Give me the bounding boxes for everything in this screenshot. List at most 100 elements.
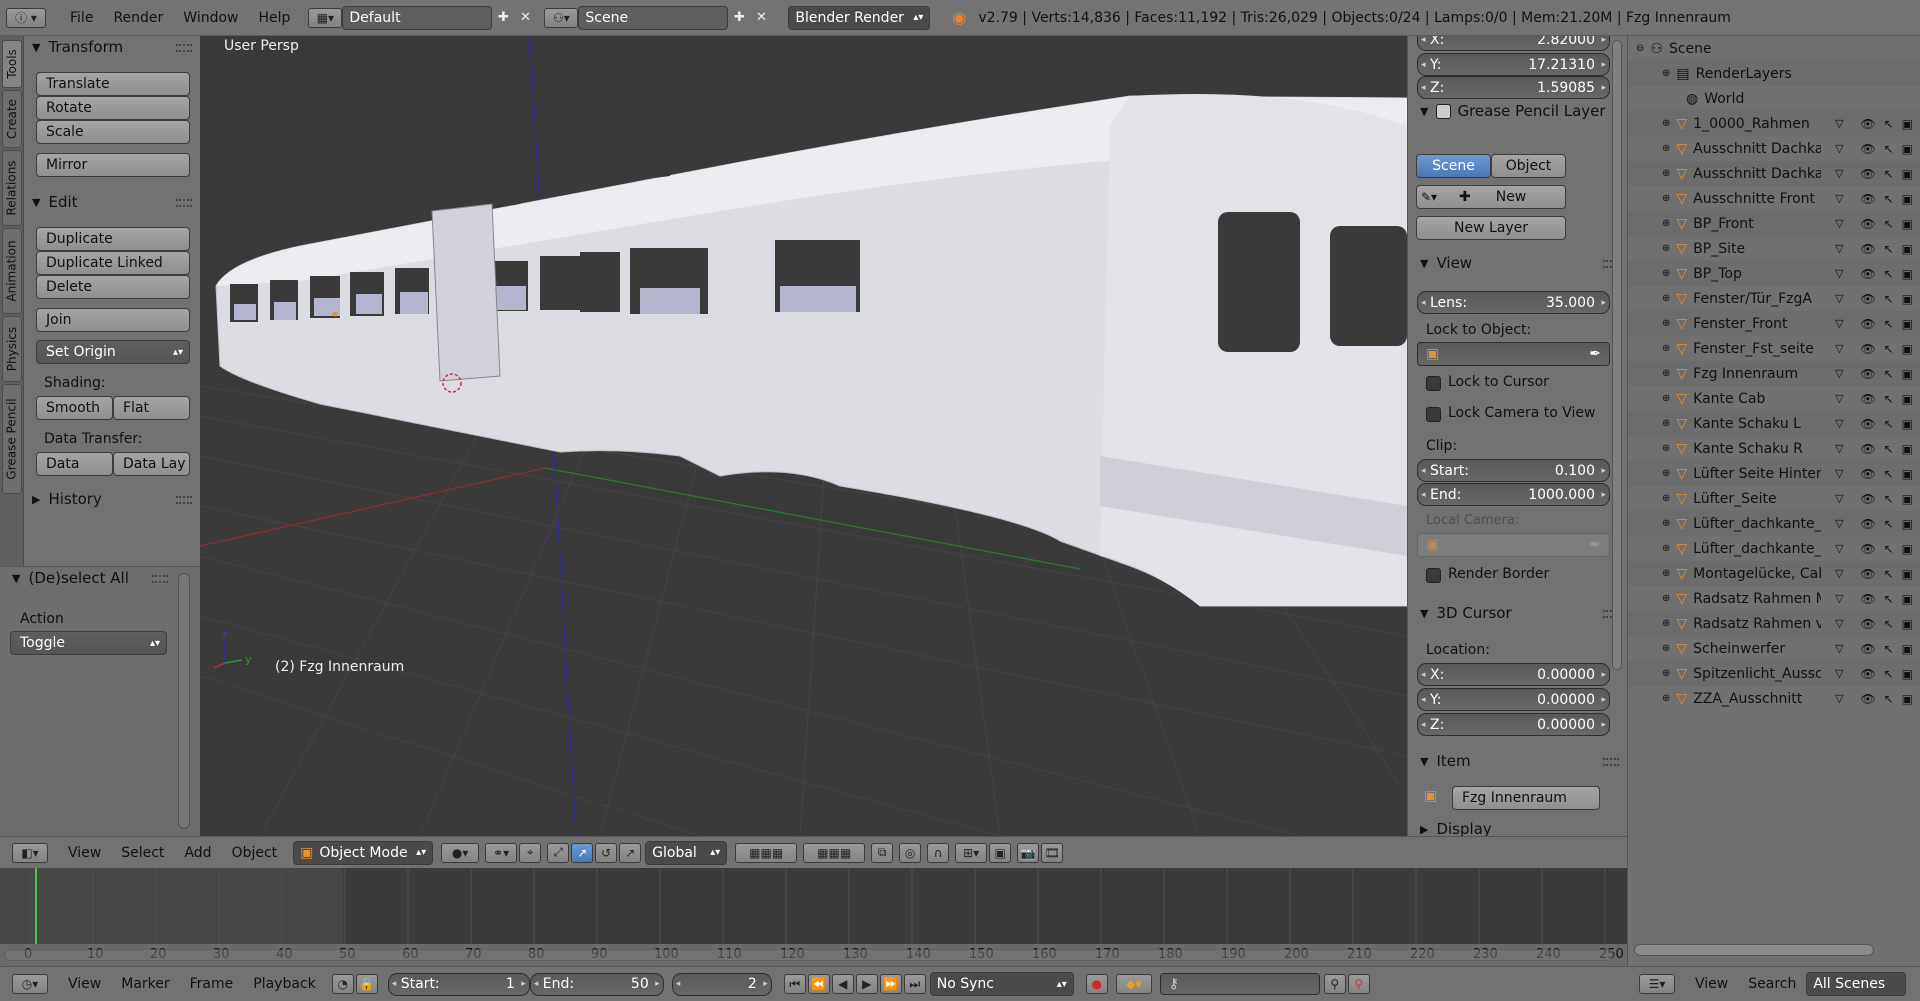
selectability-cursor-icon[interactable]: ↖ bbox=[1884, 367, 1894, 381]
tab-grease-pencil[interactable]: Grease Pencil bbox=[2, 384, 22, 494]
clip-start-field[interactable]: Start:0.100 bbox=[1417, 459, 1610, 482]
properties-scrollbar[interactable] bbox=[1612, 40, 1622, 670]
lens-field[interactable]: Lens:35.000 bbox=[1417, 291, 1610, 314]
smooth-button[interactable]: Smooth bbox=[36, 396, 113, 420]
cursor-y-field[interactable]: Y:0.00000 bbox=[1417, 688, 1610, 711]
renderability-camera-icon[interactable]: ▣ bbox=[1902, 567, 1913, 581]
location-z-field[interactable]: Z:1.59085 bbox=[1417, 76, 1610, 99]
outliner-object-row[interactable]: ⊕ ▽ Kante Schaku R ▽ 👁 ↖ ▣ bbox=[1628, 436, 1920, 461]
menu-view[interactable]: View bbox=[58, 976, 111, 992]
remove-scene-icon[interactable]: ✕ bbox=[750, 7, 772, 29]
lock-camera-checkbox[interactable] bbox=[1426, 407, 1441, 422]
outliner-object-row[interactable]: ⊕ ▽ BP_Top ▽ 👁 ↖ ▣ bbox=[1628, 261, 1920, 286]
expand-icon[interactable]: ⊕ bbox=[1662, 568, 1670, 579]
lock-to-cursor-checkbox[interactable] bbox=[1426, 376, 1441, 391]
outliner-hscrollbar[interactable] bbox=[1634, 944, 1874, 956]
expand-icon[interactable]: ⊕ bbox=[1662, 193, 1670, 204]
renderability-camera-icon[interactable]: ▣ bbox=[1902, 467, 1913, 481]
expand-icon[interactable]: ⊕ bbox=[1662, 443, 1670, 454]
snap-element-icon[interactable]: ⊞▾ bbox=[955, 842, 988, 863]
expand-icon[interactable]: ⊕ bbox=[1662, 668, 1670, 679]
item-name-field[interactable]: Fzg Innenraum bbox=[1452, 786, 1600, 810]
mode-select[interactable]: ▣ Object Mode ▴▾ bbox=[293, 840, 434, 865]
render-image-icon[interactable]: 📷 bbox=[1017, 842, 1040, 863]
opengl-render-icon[interactable]: ▣ bbox=[989, 842, 1012, 863]
outliner-object-row[interactable]: ⊕ ▽ Ausschnitt Dachkante ▽ 👁 ↖ ▣ bbox=[1628, 161, 1920, 186]
visibility-eye-icon[interactable]: 👁 bbox=[1860, 617, 1875, 631]
menu-window[interactable]: Window bbox=[173, 10, 248, 26]
expand-icon[interactable]: ⊕ bbox=[1662, 118, 1670, 129]
timeline[interactable]: 0102030405060708090100110120130140150160… bbox=[0, 868, 1627, 966]
scale-manipulator-icon[interactable]: ↺ bbox=[595, 842, 618, 863]
expand-icon[interactable]: ⊕ bbox=[1662, 693, 1670, 704]
selectability-cursor-icon[interactable]: ↖ bbox=[1884, 192, 1894, 206]
menu-object[interactable]: Object bbox=[222, 845, 288, 861]
renderability-camera-icon[interactable]: ▣ bbox=[1902, 142, 1913, 156]
tab-create[interactable]: Create bbox=[2, 90, 22, 148]
lock-object-field[interactable]: ▣ ✒ bbox=[1417, 342, 1610, 366]
outliner-object-row[interactable]: ⊕ ▽ Lüfter_dachkante_B ▽ 👁 ↖ ▣ bbox=[1628, 536, 1920, 561]
translate-manipulator-icon[interactable]: ⤢ bbox=[547, 842, 570, 863]
translate-button[interactable]: Translate bbox=[36, 72, 190, 96]
renderability-camera-icon[interactable]: ▣ bbox=[1902, 492, 1913, 506]
renderability-camera-icon[interactable]: ▣ bbox=[1902, 292, 1913, 306]
start-frame-field[interactable]: Start:1 bbox=[387, 972, 530, 996]
menu-help[interactable]: Help bbox=[248, 10, 300, 26]
outliner-object-row[interactable]: ⊕ ▽ BP_Front ▽ 👁 ↖ ▣ bbox=[1628, 211, 1920, 236]
scale-button[interactable]: Scale bbox=[36, 120, 190, 144]
3d-viewport[interactable]: z y User Persp (2) Fzg Innenraum bbox=[200, 36, 1407, 836]
outliner-object-row[interactable]: ⊕ ▽ ZZA_Ausschnitt ▽ 👁 ↖ ▣ bbox=[1628, 686, 1920, 711]
visibility-eye-icon[interactable]: 👁 bbox=[1860, 117, 1875, 131]
selectability-cursor-icon[interactable]: ↖ bbox=[1884, 167, 1894, 181]
visibility-eye-icon[interactable]: 👁 bbox=[1860, 392, 1875, 406]
cursor-x-field[interactable]: X:0.00000 bbox=[1417, 663, 1610, 686]
set-origin-select[interactable]: Set Origin ▴▾ bbox=[36, 340, 190, 364]
selectability-cursor-icon[interactable]: ↖ bbox=[1884, 617, 1894, 631]
lock-time-icon[interactable]: 🔒 bbox=[355, 974, 378, 994]
operator-scrollbar[interactable] bbox=[178, 573, 190, 829]
menu-view[interactable]: View bbox=[1685, 976, 1738, 992]
timeline-scrollbar[interactable] bbox=[4, 949, 1614, 961]
tab-relations[interactable]: Relations bbox=[2, 150, 22, 226]
keying-set-icon[interactable]: ◆▾ bbox=[1115, 974, 1152, 994]
outliner-object-row[interactable]: ⊕ ▽ Fzg Innenraum ▽ 👁 ↖ ▣ bbox=[1628, 361, 1920, 386]
duplicate-linked-button[interactable]: Duplicate Linked bbox=[36, 251, 190, 275]
grease-pencil-panel-header[interactable]: ▼ Grease Pencil Layer bbox=[1420, 102, 1606, 120]
record-icon[interactable]: ● bbox=[1085, 974, 1108, 994]
selectability-cursor-icon[interactable]: ↖ bbox=[1884, 117, 1894, 131]
outliner-object-row[interactable]: ⊕ ▽ Scheinwerfer ▽ 👁 ↖ ▣ bbox=[1628, 636, 1920, 661]
renderability-camera-icon[interactable]: ▣ bbox=[1902, 117, 1913, 131]
grease-pencil-checkbox[interactable] bbox=[1436, 103, 1452, 119]
tab-object-source[interactable]: Object bbox=[1491, 154, 1566, 178]
visibility-eye-icon[interactable]: 👁 bbox=[1860, 217, 1875, 231]
visibility-eye-icon[interactable]: 👁 bbox=[1860, 192, 1875, 206]
outliner-object-row[interactable]: ⊕ ▽ Spitzenlicht_Ausschni ▽ 👁 ↖ ▣ bbox=[1628, 661, 1920, 686]
expand-icon[interactable]: ⊕ bbox=[1662, 618, 1670, 629]
outliner-object-row[interactable]: ⊕ ▽ Ausschnitt Dachkante ▽ 👁 ↖ ▣ bbox=[1628, 136, 1920, 161]
outliner-object-row[interactable]: ⊕ ▽ Montagelücke, Cab ▽ 👁 ↖ ▣ bbox=[1628, 561, 1920, 586]
render-animation-icon[interactable]: 🎞 bbox=[1041, 842, 1064, 863]
renderability-camera-icon[interactable]: ▣ bbox=[1902, 367, 1913, 381]
play-icon[interactable]: ▶ bbox=[855, 974, 878, 994]
scene-field[interactable]: Scene bbox=[578, 5, 729, 30]
expand-icon[interactable]: ⊕ bbox=[1662, 143, 1670, 154]
history-panel-header[interactable]: ▶ History bbox=[32, 490, 102, 508]
menu-view[interactable]: View bbox=[58, 845, 111, 861]
expand-icon[interactable]: ⊕ bbox=[1662, 468, 1670, 479]
eyedropper-icon[interactable]: ✒ bbox=[1589, 537, 1601, 553]
lock-layers-icon[interactable]: ⧉ bbox=[871, 842, 894, 863]
renderability-camera-icon[interactable]: ▣ bbox=[1902, 217, 1913, 231]
preview-range-icon[interactable]: ◔ bbox=[331, 974, 354, 994]
viewport-shading-icon[interactable]: ●▾ bbox=[441, 842, 480, 863]
screen-layout-field[interactable]: Default bbox=[342, 5, 493, 30]
drag-grip-icon[interactable] bbox=[152, 575, 168, 583]
manipulator-extra-icon[interactable]: ↗ bbox=[619, 842, 642, 863]
expand-icon[interactable]: ⊕ bbox=[1662, 168, 1670, 179]
selectability-cursor-icon[interactable]: ↖ bbox=[1884, 292, 1894, 306]
visibility-eye-icon[interactable]: 👁 bbox=[1860, 442, 1875, 456]
expand-icon[interactable]: ⊕ bbox=[1662, 493, 1670, 504]
item-panel-header[interactable]: ▼ Item bbox=[1420, 752, 1471, 770]
selectability-cursor-icon[interactable]: ↖ bbox=[1884, 492, 1894, 506]
data-layers-button[interactable]: Data Lay bbox=[113, 452, 190, 476]
selectability-cursor-icon[interactable]: ↖ bbox=[1884, 317, 1894, 331]
